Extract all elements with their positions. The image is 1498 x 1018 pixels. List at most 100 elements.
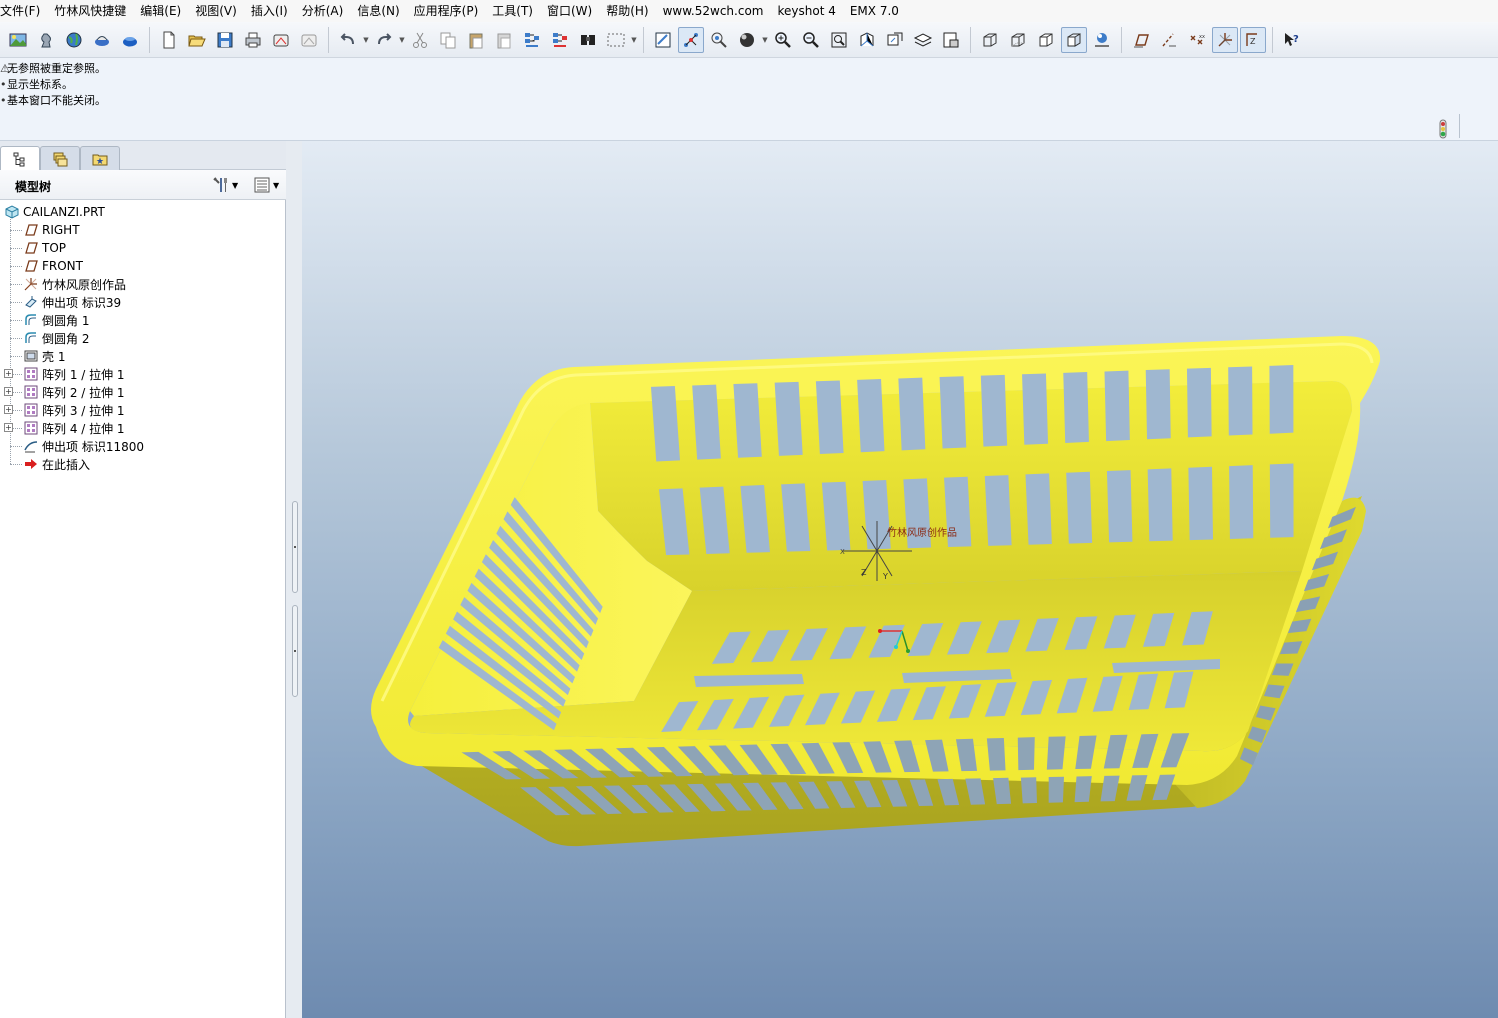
tree-item[interactable]: 倒圆角 2: [0, 329, 284, 347]
hidden-line-button[interactable]: [1005, 27, 1031, 53]
save-button[interactable]: [212, 27, 238, 53]
tree-item[interactable]: 竹林风原创作品: [0, 275, 284, 293]
tree-item[interactable]: 伸出项 标识11800: [0, 437, 284, 455]
select-box-button[interactable]: [603, 27, 629, 53]
menu-item[interactable]: 文件(F): [0, 0, 47, 22]
zoom-in-button[interactable]: [770, 27, 796, 53]
context-help-button[interactable]: ?: [1279, 27, 1305, 53]
chevron-down-icon[interactable]: ▼: [362, 27, 370, 53]
paste-button[interactable]: [463, 27, 489, 53]
open-folder-button[interactable]: [184, 27, 210, 53]
menu-item[interactable]: 应用程序(P): [407, 0, 486, 22]
tree-item[interactable]: RIGHT: [0, 221, 284, 239]
splitter-grip[interactable]: [292, 605, 298, 697]
wireframe-button[interactable]: [977, 27, 1003, 53]
regenerate-manager-button[interactable]: [547, 27, 573, 53]
globe-button[interactable]: [61, 27, 87, 53]
svg-text:xx: xx: [1199, 34, 1205, 40]
graphics-viewport[interactable]: 竹林风原创作品 X Z Y: [302, 141, 1498, 1018]
basket-model[interactable]: 竹林风原创作品 X Z Y: [302, 141, 1498, 1018]
panel-splitter[interactable]: [286, 141, 302, 1018]
kettle-button[interactable]: [89, 27, 115, 53]
expand-icon[interactable]: +: [4, 423, 13, 432]
appearance-button[interactable]: [734, 27, 760, 53]
menu-item[interactable]: 信息(N): [350, 0, 406, 22]
expand-icon[interactable]: +: [4, 369, 13, 378]
tree-item[interactable]: 倒圆角 1: [0, 311, 284, 329]
tree-item[interactable]: + 阵列 4 / 拉伸 1: [0, 419, 284, 437]
no-hidden-button[interactable]: [1033, 27, 1059, 53]
coordinate-systems-button[interactable]: [1212, 26, 1238, 53]
mail-disabled-button[interactable]: [296, 27, 322, 53]
csys-label: 竹林风原创作品: [887, 526, 957, 539]
annotations-button[interactable]: Z: [1240, 26, 1266, 53]
refit-icon: [829, 30, 849, 50]
basket-hole: [986, 737, 1006, 771]
menu-item[interactable]: 视图(V): [188, 0, 244, 22]
expand-icon[interactable]: +: [4, 387, 13, 396]
tab-folder-browser[interactable]: [40, 146, 80, 170]
refit-button[interactable]: [826, 27, 852, 53]
reorient-button[interactable]: [854, 27, 880, 53]
print-button[interactable]: [240, 27, 266, 53]
tree-item[interactable]: + 阵列 2 / 拉伸 1: [0, 383, 284, 401]
appearance-icon: [737, 30, 757, 50]
menu-item[interactable]: 帮助(H): [599, 0, 655, 22]
cut-button[interactable]: [407, 27, 433, 53]
tree-item[interactable]: + 阵列 1 / 拉伸 1: [0, 365, 284, 383]
enhanced-realism-button[interactable]: [1089, 27, 1115, 53]
saved-views-button[interactable]: [882, 27, 908, 53]
chevron-down-icon[interactable]: ▼: [761, 27, 769, 53]
tree-item[interactable]: TOP: [0, 239, 284, 257]
new-file-button[interactable]: [156, 27, 182, 53]
paste-special-button[interactable]: [491, 27, 517, 53]
datum-points-button[interactable]: xx: [1184, 27, 1210, 53]
expand-icon[interactable]: +: [4, 405, 13, 414]
menu-item[interactable]: 竹林风快捷键: [47, 0, 133, 22]
status-light-icon[interactable]: [1437, 119, 1449, 139]
repaint-button[interactable]: [650, 27, 676, 53]
datum-planes-button[interactable]: [1128, 27, 1154, 53]
spin-center-button[interactable]: [678, 26, 704, 53]
chevron-down-icon[interactable]: ▼: [398, 27, 406, 53]
tree-item[interactable]: FRONT: [0, 257, 284, 275]
image-button[interactable]: [5, 27, 31, 53]
tab-model-tree[interactable]: [0, 146, 40, 170]
menu-item[interactable]: EMX 7.0: [843, 0, 906, 22]
mail-button[interactable]: [268, 27, 294, 53]
tree-item-root[interactable]: CAILANZI.PRT: [4, 203, 105, 221]
basket-hole: [692, 384, 721, 460]
menu-item[interactable]: 窗口(W): [540, 0, 599, 22]
regenerate-button[interactable]: [519, 27, 545, 53]
basket-hole: [1269, 365, 1294, 434]
view-manager-button[interactable]: [938, 27, 964, 53]
find-button[interactable]: [575, 27, 601, 53]
undo-button[interactable]: [335, 27, 361, 53]
menu-item[interactable]: www.52wch.com: [656, 0, 771, 22]
menu-item[interactable]: 工具(T): [485, 0, 540, 22]
chevron-down-icon[interactable]: ▼: [630, 27, 638, 53]
datum-axes-button[interactable]: [1156, 27, 1182, 53]
blue-kettle-button[interactable]: [117, 27, 143, 53]
splitter-grip[interactable]: [292, 501, 298, 593]
layers-button[interactable]: [910, 27, 936, 53]
svg-text:Z: Z: [1250, 37, 1256, 46]
menu-item[interactable]: keyshot 4: [770, 0, 842, 22]
menu-item[interactable]: 插入(I): [244, 0, 295, 22]
tree-item[interactable]: + 阵列 3 / 拉伸 1: [0, 401, 284, 419]
zoom-out-button[interactable]: [798, 27, 824, 53]
tab-favorites[interactable]: [80, 146, 120, 170]
tree-columns-button[interactable]: ▼: [253, 176, 279, 194]
copy-button[interactable]: [435, 27, 461, 53]
tree-item[interactable]: 壳 1: [0, 347, 284, 365]
menu-item[interactable]: 分析(A): [295, 0, 351, 22]
chess-button[interactable]: [33, 27, 59, 53]
orient-mode-button[interactable]: [706, 27, 732, 53]
tree-item[interactable]: 伸出项 标识39: [0, 293, 284, 311]
redo-button[interactable]: [371, 27, 397, 53]
tree-item[interactable]: 在此插入: [0, 455, 284, 473]
new-file-icon: [159, 30, 179, 50]
shading-button[interactable]: [1061, 26, 1087, 53]
menu-item[interactable]: 编辑(E): [133, 0, 188, 22]
tree-settings-button[interactable]: ▼: [212, 176, 238, 194]
